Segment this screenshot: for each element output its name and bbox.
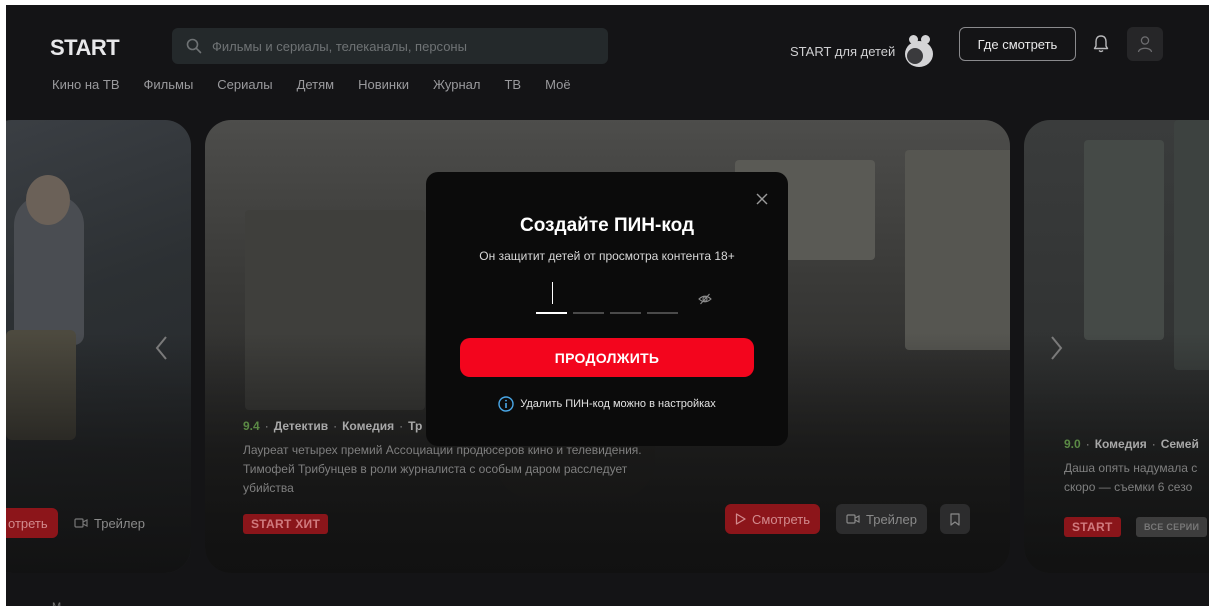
pin-input-group: [536, 280, 678, 314]
pin-modal: Создайте ПИН-код Он защитит детей от про…: [426, 172, 788, 446]
modal-subtitle: Он защитит детей от просмотра контента 1…: [479, 249, 735, 263]
app-frame: START START для детей Где смотреть Кино …: [6, 5, 1209, 606]
pin-digit-2[interactable]: [573, 280, 604, 314]
pin-info-text: Удалить ПИН-код можно в настройках: [520, 398, 716, 410]
text-caret: [552, 282, 553, 304]
close-icon[interactable]: [755, 192, 769, 206]
pin-digit-3[interactable]: [610, 280, 641, 314]
eye-hidden-icon[interactable]: [698, 292, 712, 306]
modal-title: Создайте ПИН-код: [519, 215, 694, 236]
info-icon: [498, 396, 514, 412]
pin-info-note: Удалить ПИН-код можно в настройках: [426, 396, 788, 412]
continue-button[interactable]: ПРОДОЛЖИТЬ: [460, 338, 754, 377]
pin-digit-4[interactable]: [647, 280, 678, 314]
